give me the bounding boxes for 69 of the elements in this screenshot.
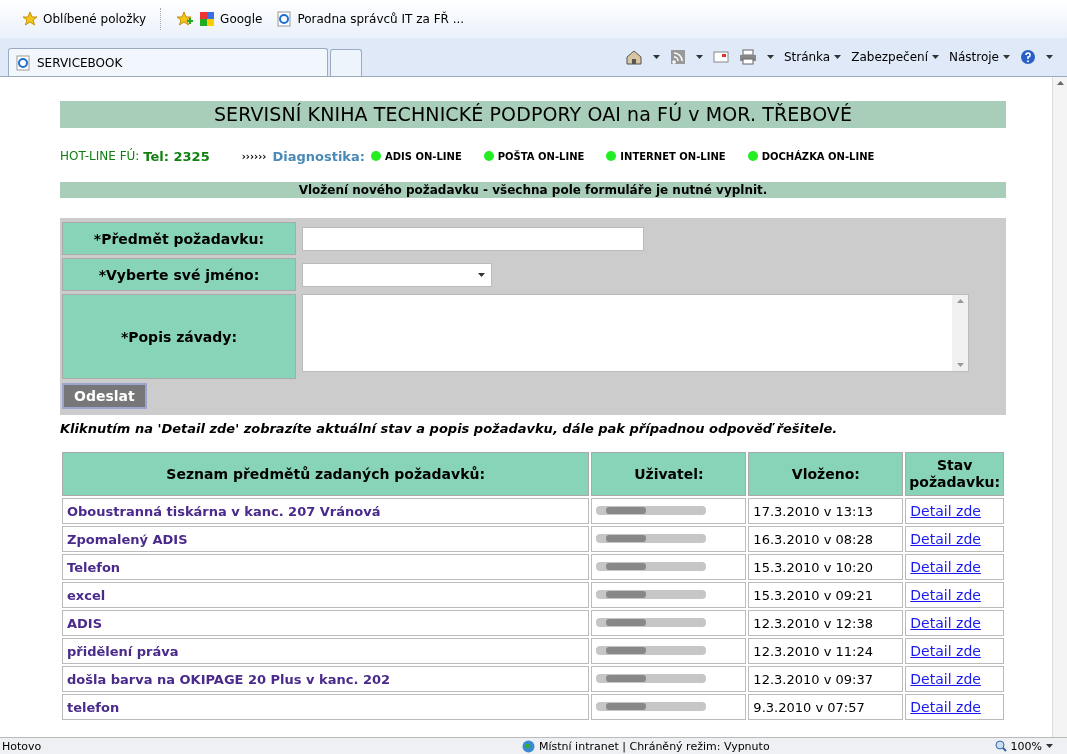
- submit-button[interactable]: Odeslat: [62, 383, 147, 409]
- instruction-text: Kliknutím na 'Detail zde' zobrazíte aktuální stav a popis požadavku, dále pak případnou odpověď řešitele.: [60, 421, 839, 436]
- zoom-level[interactable]: 100%: [1010, 739, 1042, 753]
- diagnostics-label: Diagnostika:: [272, 148, 365, 164]
- caret-icon[interactable]: [1003, 55, 1010, 59]
- status-label: INTERNET ON-LINE: [620, 150, 726, 162]
- column-header: Vloženo:: [748, 452, 904, 496]
- caret-icon[interactable]: [766, 55, 774, 59]
- request-subject: Oboustranná tiskárna v kanc. 207 Vránová: [62, 498, 590, 524]
- menu-button[interactable]: Nástroje: [949, 50, 1010, 64]
- scrollbar[interactable]: [1052, 77, 1067, 737]
- table-cell: 12.3.2010 v 09:37: [748, 666, 904, 692]
- table-cell: 16.3.2010 v 08:28: [748, 526, 904, 552]
- hotline-label: HOT-LINE FÚ:: [60, 149, 140, 163]
- caret-icon[interactable]: [478, 273, 485, 277]
- request-subject: telefon: [62, 694, 590, 720]
- help-icon[interactable]: [1020, 49, 1036, 65]
- browser-tab[interactable]: SERVICEBOOK: [8, 48, 328, 76]
- table-cell: 9.3.2010 v 07:57: [748, 694, 904, 720]
- field-label: *Předmět požadavku:: [62, 222, 296, 255]
- caret-icon[interactable]: [652, 55, 660, 59]
- star-icon: [22, 11, 38, 27]
- request-subject: došla barva na OKIPAGE 20 Plus v kanc. 202: [62, 666, 590, 692]
- caret-icon[interactable]: [834, 55, 842, 59]
- feed-icon[interactable]: [669, 49, 686, 65]
- caret-icon[interactable]: [1046, 744, 1053, 748]
- scroll-up-icon[interactable]: [1056, 81, 1064, 85]
- menu-button[interactable]: Zabezpečení: [851, 50, 939, 64]
- status-text: Hotovo: [1, 739, 43, 753]
- table-cell: 17.3.2010 v 13:13: [748, 498, 904, 524]
- phone-number: Tel: 2325: [143, 148, 210, 164]
- page-title: SERVISNÍ KNIHA TECHNICKÉ PODPORY OAI na FÚ v MOR. TŘEBOVÉ: [60, 101, 1006, 128]
- zone-text: Místní intranet | Chráněný režim: Vypnuto: [539, 739, 770, 753]
- favorites-button[interactable]: Oblíbené položky: [43, 12, 147, 26]
- printer-icon[interactable]: [738, 49, 757, 65]
- browser-icon: [15, 54, 31, 71]
- caret-icon[interactable]: [1046, 55, 1053, 59]
- form-heading: Vložení nového požadavku - všechna pole formuláře je nutné vyplnit.: [60, 182, 1006, 198]
- add-star-icon[interactable]: [176, 11, 195, 27]
- globe-icon: [522, 739, 535, 753]
- request-subject: Telefon: [62, 554, 590, 580]
- table-cell: 12.3.2010 v 12:38: [748, 610, 904, 636]
- arrows-text: ››››››: [241, 150, 267, 162]
- squares-icon: [199, 11, 216, 27]
- favorite-link[interactable]: Poradna správců IT za FŘ ...: [297, 12, 465, 26]
- menu-button[interactable]: Stránka: [783, 50, 842, 64]
- table-cell: 12.3.2010 v 11:24: [748, 638, 904, 664]
- status-label: POŠTA ON-LINE: [497, 150, 585, 162]
- input-field[interactable]: [302, 227, 644, 251]
- field-label: *Vyberte své jméno:: [62, 258, 296, 291]
- zoom-icon[interactable]: [994, 740, 1007, 752]
- request-subject: přidělení práva: [62, 638, 590, 664]
- field-label: *Popis závady:: [62, 294, 296, 379]
- request-subject: Zpomalený ADIS: [62, 526, 590, 552]
- status-label: DOCHÁZKA ON-LINE: [761, 150, 875, 162]
- request-subject: excel: [62, 582, 590, 608]
- browser-icon: [276, 11, 293, 27]
- table-cell: 15.3.2010 v 10:20: [748, 554, 904, 580]
- favorite-link[interactable]: Google: [220, 12, 263, 26]
- request-subject: ADIS: [62, 610, 590, 636]
- caret-icon[interactable]: [695, 55, 703, 59]
- home-icon[interactable]: [624, 49, 643, 65]
- column-header: Stav požadavku:: [905, 452, 1004, 496]
- table-cell: 15.3.2010 v 09:21: [748, 582, 904, 608]
- mail-icon[interactable]: [712, 51, 729, 63]
- status-label: ADIS ON-LINE: [384, 150, 462, 162]
- column-header: Uživatel:: [591, 452, 747, 496]
- caret-icon[interactable]: [932, 55, 939, 59]
- column-header: Seznam předmětů zadaných požadavků:: [62, 452, 590, 496]
